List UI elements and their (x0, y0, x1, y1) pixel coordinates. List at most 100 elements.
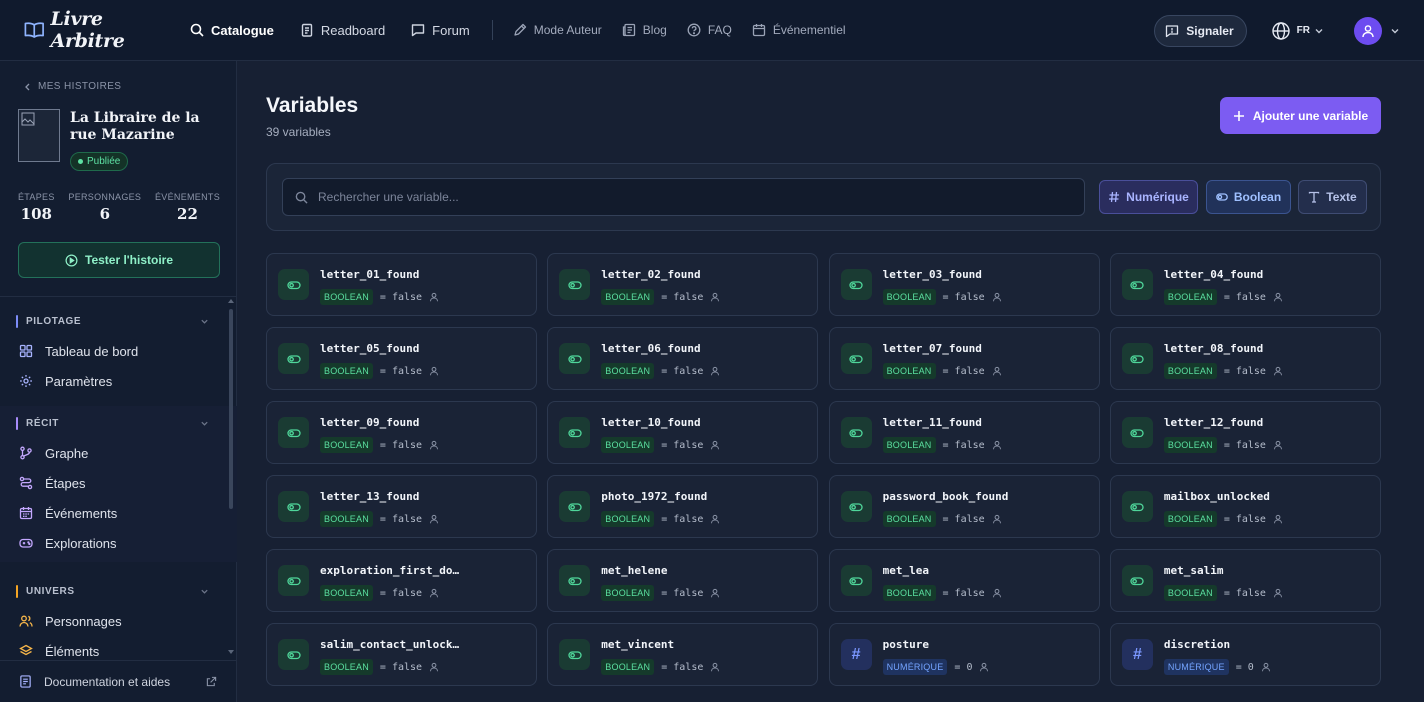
nav-mode-auteur[interactable]: Mode Auteur (513, 0, 602, 61)
calendar-icon (752, 24, 765, 37)
newspaper-icon (622, 23, 635, 37)
language-selector[interactable]: FR (1271, 21, 1324, 41)
nav-evenementiel[interactable]: Événementiel (752, 0, 846, 61)
variable-name: letter_12_found (1163, 416, 1264, 429)
toggle-icon (1130, 502, 1145, 511)
section-header-pilotage[interactable]: PILOTAGE (0, 306, 237, 336)
user-icon (430, 366, 439, 376)
variable-default: = false (661, 513, 704, 525)
section-header-recit[interactable]: RÉCIT (0, 408, 237, 438)
variable-card[interactable]: password_book_found BOOLEAN = false (828, 475, 1100, 538)
sidebar-item-etapes[interactable]: Étapes (0, 468, 237, 498)
variable-name: letter_09_found (320, 416, 420, 429)
toggle-icon (568, 428, 582, 437)
sidebar-item-label: Tableau de bord (45, 343, 139, 359)
variable-card[interactable]: # discretion NUMÉRIQUE = 0 (1109, 623, 1381, 686)
variable-type-badge: BOOLEAN (320, 659, 373, 675)
stat-personnages: PERSONNAGES 6 (68, 192, 141, 223)
variable-card[interactable]: letter_04_found BOOLEAN = false (1109, 253, 1381, 316)
variable-card[interactable]: letter_09_found BOOLEAN = false (266, 401, 537, 464)
toggle-icon (1215, 193, 1228, 201)
pen-icon (514, 23, 526, 36)
gear-icon (20, 375, 32, 387)
variable-card[interactable]: letter_07_found BOOLEAN = false (828, 327, 1100, 390)
search-box (282, 178, 1085, 216)
scroll-up-arrow[interactable] (228, 299, 234, 303)
scroll-down-arrow[interactable] (228, 650, 234, 654)
play-circle-icon (65, 254, 78, 266)
variable-meta: BOOLEAN = false (882, 511, 1002, 527)
variable-name: letter_11_found (882, 416, 982, 429)
variable-card[interactable]: letter_10_found BOOLEAN = false (547, 401, 819, 464)
add-variable-label: Ajouter une variable (1252, 108, 1369, 123)
section-accent (16, 314, 18, 328)
variable-card[interactable]: met_helene BOOLEAN = false (547, 549, 819, 612)
variable-card[interactable]: letter_08_found BOOLEAN = false (1109, 327, 1381, 390)
toggle-icon-badge (559, 491, 591, 522)
sidebar-item-parametres[interactable]: Paramètres (0, 366, 237, 396)
variable-default: = false (379, 365, 423, 377)
nav-readboard[interactable]: Readboard (300, 0, 385, 61)
nav-faq-label: FAQ (707, 23, 732, 37)
variable-card[interactable]: salim_contact_unlock… BOOLEAN = false (266, 623, 537, 686)
nav-blog[interactable]: Blog (622, 0, 667, 61)
variable-card[interactable]: letter_03_found BOOLEAN = false (828, 253, 1100, 316)
variable-meta: BOOLEAN = false (601, 659, 720, 675)
section-header-univers[interactable]: UNIVERS (0, 576, 237, 606)
account-chevron-down-icon[interactable] (1390, 26, 1400, 36)
variable-card[interactable]: letter_12_found BOOLEAN = false (1109, 401, 1381, 464)
variable-card[interactable]: met_vincent BOOLEAN = false (547, 623, 819, 686)
variable-card[interactable]: exploration_first_do… BOOLEAN = false (266, 549, 537, 612)
report-button[interactable]: Signaler (1154, 14, 1247, 47)
user-icon (992, 588, 1001, 598)
sidebar-item-evenements[interactable]: Événements (0, 498, 237, 528)
back-to-stories-link[interactable]: MES HISTOIRES (24, 81, 121, 92)
variable-card[interactable]: letter_01_found BOOLEAN = false (266, 253, 537, 316)
user-avatar[interactable] (1354, 16, 1382, 45)
variable-card[interactable]: letter_05_found BOOLEAN = false (266, 327, 537, 390)
variable-card[interactable]: letter_11_found BOOLEAN = false (828, 401, 1100, 464)
variable-name: letter_10_found (601, 416, 701, 429)
variable-name: letter_04_found (1163, 268, 1264, 281)
sidebar-item-elements[interactable]: Éléments (0, 636, 237, 660)
variable-card[interactable]: met_lea BOOLEAN = false (828, 549, 1100, 612)
sidebar-item-tableau-de-bord[interactable]: Tableau de bord (0, 336, 237, 366)
test-story-button[interactable]: Tester l'histoire (18, 242, 220, 278)
scroll-thumb[interactable] (229, 309, 233, 509)
sidebar-item-label: Étapes (45, 475, 86, 491)
variable-card[interactable]: met_salim BOOLEAN = false (1109, 549, 1381, 612)
user-icon (711, 292, 720, 302)
variable-card[interactable]: letter_13_found BOOLEAN = false (266, 475, 537, 538)
variable-card[interactable]: mailbox_unlocked BOOLEAN = false (1109, 475, 1381, 538)
variable-type-badge: BOOLEAN (320, 363, 373, 379)
variable-card[interactable]: letter_06_found BOOLEAN = false (547, 327, 819, 390)
variable-meta: BOOLEAN = false (320, 511, 439, 527)
nav-catalogue[interactable]: Catalogue (190, 0, 274, 61)
sidebar-item-personnages[interactable]: Personnages (0, 606, 237, 636)
sidebar-item-explorations[interactable]: Explorations (0, 528, 237, 558)
variable-card[interactable]: letter_02_found BOOLEAN = false (547, 253, 819, 316)
text-icon (1309, 191, 1320, 203)
variable-meta: BOOLEAN = false (601, 511, 720, 527)
filter-numerique[interactable]: Numérique (1099, 180, 1198, 214)
variable-type-badge: BOOLEAN (320, 511, 373, 527)
brand-logo[interactable]: Livre Arbitre (24, 8, 174, 52)
variable-type-badge: BOOLEAN (882, 289, 936, 305)
sidebar-item-graphe[interactable]: Graphe (0, 438, 237, 468)
nav-forum[interactable]: Forum (411, 0, 470, 61)
variable-default: = false (661, 291, 704, 303)
user-icon (1273, 292, 1282, 302)
filter-boolean[interactable]: Boolean (1206, 180, 1291, 214)
variable-card[interactable]: # posture NUMÉRIQUE = 0 (828, 623, 1100, 686)
toggle-icon (568, 502, 582, 511)
variable-meta: BOOLEAN = false (320, 659, 439, 675)
sidebar-scrollbar[interactable] (228, 299, 234, 654)
search-input[interactable] (318, 190, 1058, 204)
filter-texte[interactable]: Texte (1298, 180, 1367, 214)
nav-faq[interactable]: FAQ (687, 0, 732, 61)
documentation-link[interactable]: Documentation et aides (0, 660, 237, 702)
story-cover-image (18, 109, 60, 162)
variable-card[interactable]: photo_1972_found BOOLEAN = false (547, 475, 819, 538)
variable-name: letter_07_found (882, 342, 982, 355)
add-variable-button[interactable]: Ajouter une variable (1220, 97, 1381, 134)
